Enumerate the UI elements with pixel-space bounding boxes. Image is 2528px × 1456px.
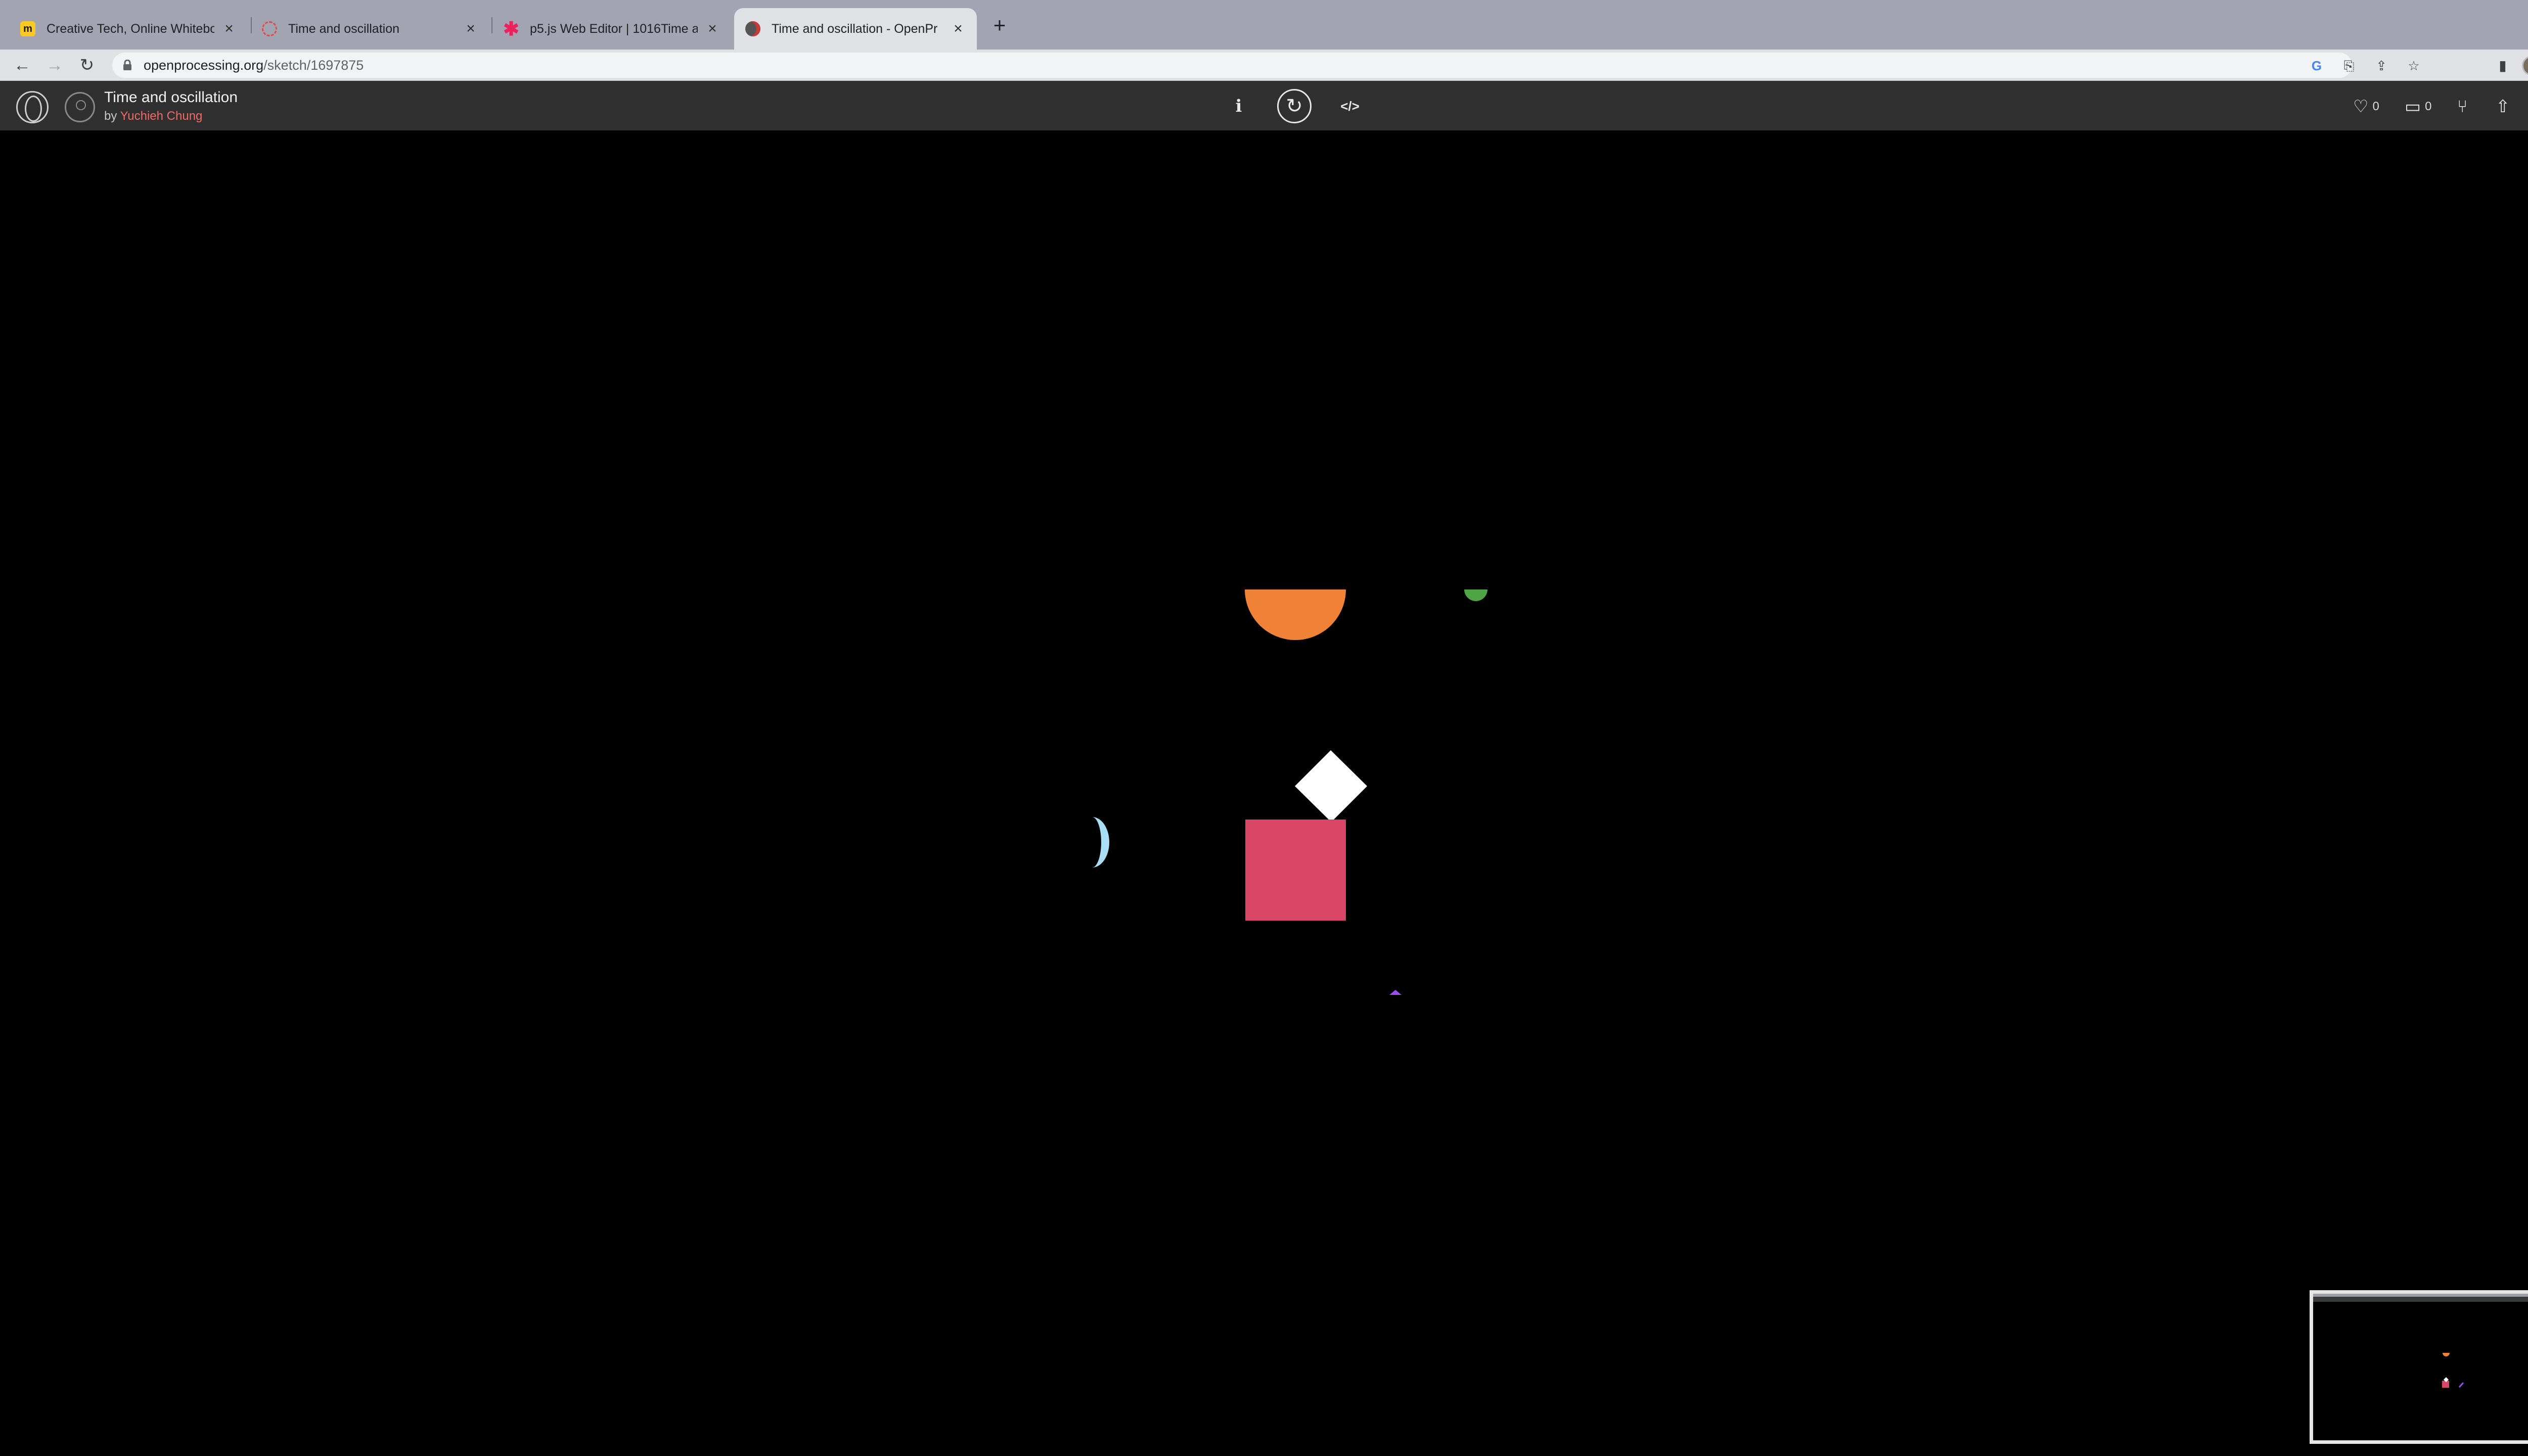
like-count: 0 (2372, 100, 2379, 113)
comment-icon: ▭ (2405, 97, 2421, 116)
back-button[interactable]: ← (11, 55, 33, 77)
miro-icon: m (20, 21, 35, 36)
pink-square (1245, 820, 1346, 921)
close-tab-icon[interactable]: × (951, 21, 966, 36)
purple-triangle (1389, 990, 1402, 995)
openprocessing-header: Time and oscillation by Yuchieh Chung i … (0, 81, 2528, 130)
close-tab-icon[interactable]: × (221, 21, 237, 36)
openprocessing-icon (745, 21, 760, 36)
close-tab-icon[interactable]: × (463, 21, 478, 36)
fork-icon: ⑂ (2457, 97, 2468, 116)
code-button[interactable]: </> (1335, 91, 1365, 121)
lock-icon (123, 60, 131, 70)
fork-button[interactable]: ⑂ (2457, 94, 2467, 119)
tab-p5js-editor[interactable]: ✱ p5.js Web Editor | 1016Time ar × (492, 8, 731, 50)
tab-creative-tech[interactable]: m Creative Tech, Online Whitebo × (9, 8, 248, 50)
new-tab-button[interactable]: + (987, 13, 1012, 38)
browser-toolbar: ← → ↻ openprocessing.org/sketch/1697875 … (0, 50, 2528, 81)
translate-icon[interactable]: ⎘ (2340, 57, 2358, 75)
sketch-canvas[interactable] (0, 130, 2528, 1456)
light-blue-crescent (1092, 817, 1109, 868)
sketch-title: Time and oscillation (104, 89, 238, 106)
author-link[interactable]: Yuchieh Chung (120, 109, 203, 123)
sketch-byline: by Yuchieh Chung (104, 109, 203, 123)
comment-count: 0 (2425, 100, 2432, 113)
google-lens-icon[interactable]: G (2308, 57, 2326, 75)
tab-time-oscillation-openprocessing[interactable]: Time and oscillation - OpenPr × (734, 8, 977, 50)
reload-button[interactable]: ↻ (76, 55, 98, 77)
green-half-circle (1464, 589, 1487, 601)
white-rotated-square (1295, 750, 1367, 822)
forward-button[interactable]: → (43, 55, 66, 77)
restart-icon: ↻ (1286, 95, 1303, 117)
restart-button[interactable]: ↻ (1277, 89, 1312, 123)
heart-icon: ♡ (2353, 97, 2369, 116)
openprocessing-logo[interactable] (16, 91, 49, 123)
bookmark-star-icon[interactable]: ☆ (2405, 57, 2423, 75)
sketch-drawing (1092, 589, 1487, 995)
share-icon[interactable]: ⇪ (2372, 57, 2390, 75)
browser-tab-strip: m Creative Tech, Online Whitebo × Time a… (0, 0, 2528, 50)
author-avatar[interactable] (65, 92, 95, 122)
tab-time-oscillation[interactable]: Time and oscillation × (251, 8, 489, 50)
openprocessing-icon (262, 21, 277, 36)
orange-half-circle (1245, 589, 1346, 640)
url-text: openprocessing.org/sketch/1697875 (144, 58, 364, 73)
close-tab-icon[interactable]: × (705, 21, 720, 36)
screen-preview-thumbnail[interactable] (2310, 1290, 2528, 1444)
p5js-icon: ✱ (503, 18, 519, 40)
address-bar[interactable]: openprocessing.org/sketch/1697875 G ⎘ ⇪ … (112, 53, 2420, 78)
info-button[interactable]: i (1229, 91, 1249, 121)
share-sketch-button[interactable]: ⇧ (2496, 94, 2510, 119)
comments-button[interactable]: ▭ 0 (2405, 94, 2431, 119)
like-button[interactable]: ♡ 0 (2353, 94, 2379, 119)
preview-drawing (2442, 1353, 2464, 1388)
share-icon: ⇧ (2496, 97, 2510, 116)
side-panel-icon[interactable]: ▮ (2492, 55, 2514, 77)
profile-avatar[interactable] (2522, 56, 2528, 76)
